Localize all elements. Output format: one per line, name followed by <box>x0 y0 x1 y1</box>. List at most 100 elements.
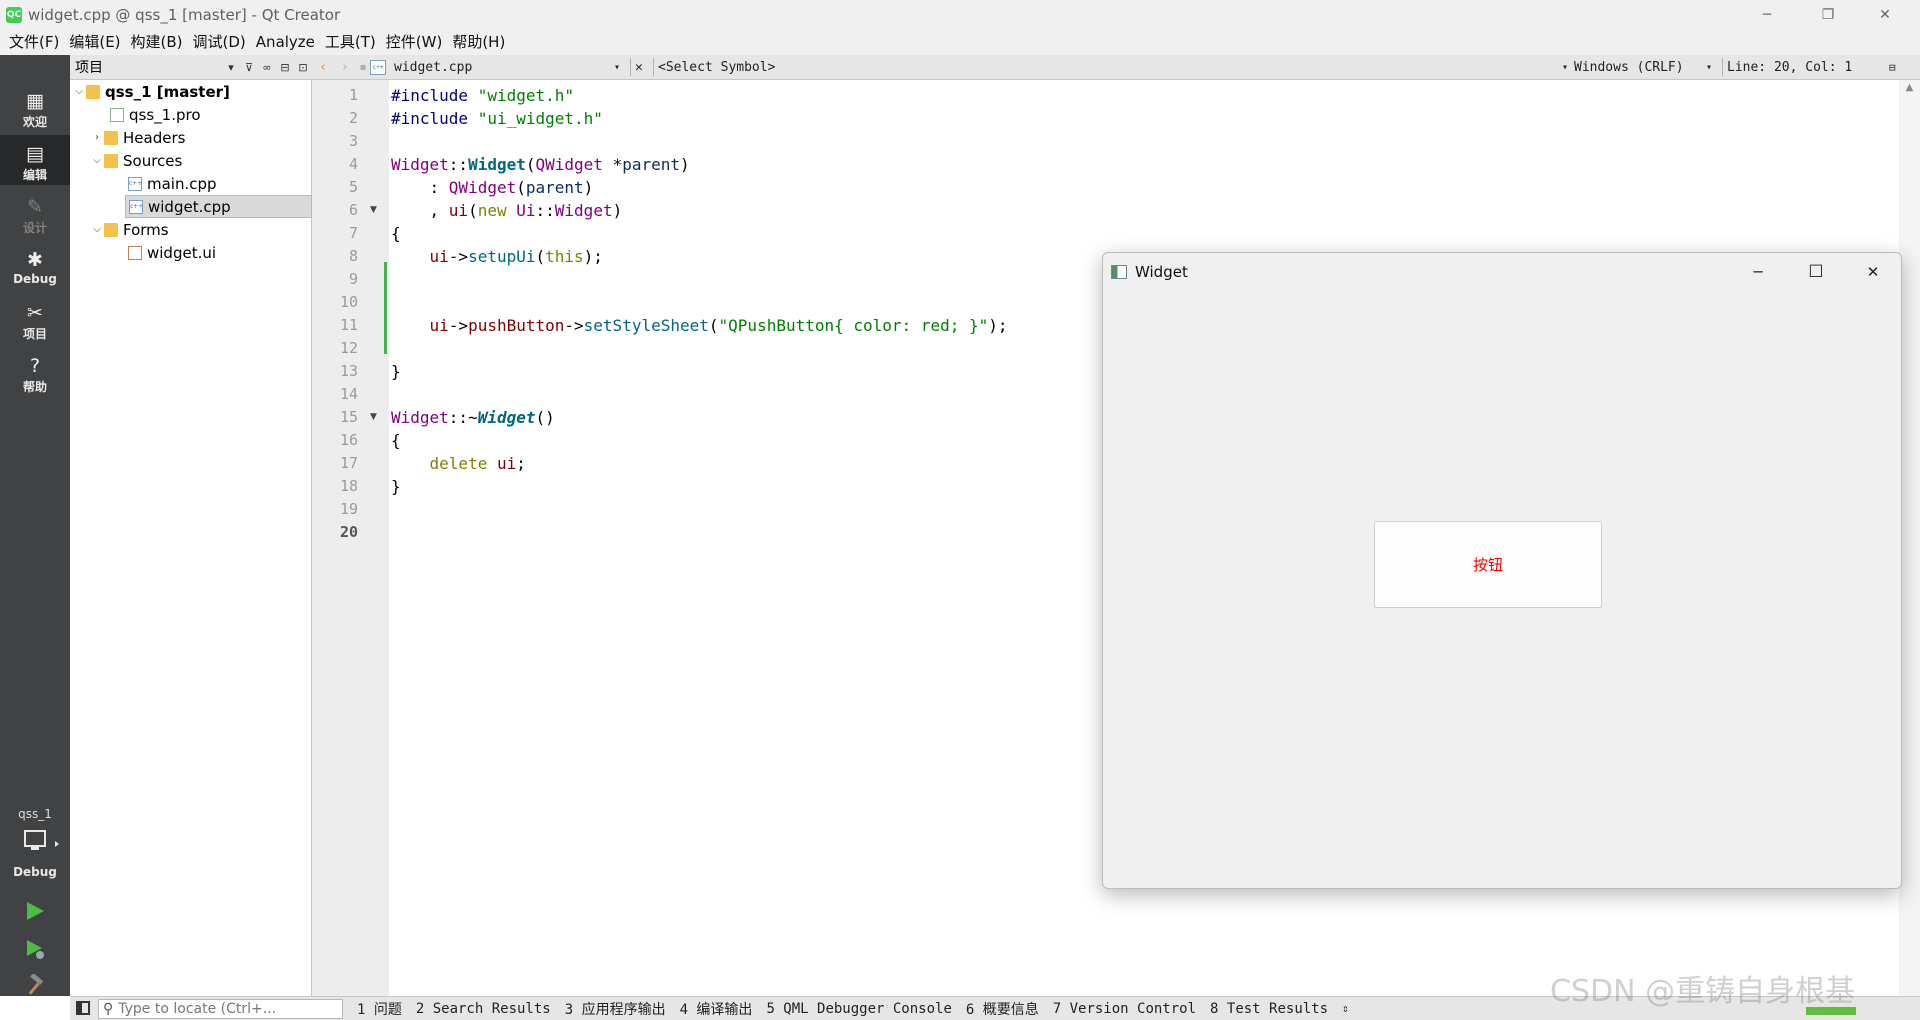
cursor-position[interactable]: Line: 20, Col: 1 <box>1727 60 1889 75</box>
chevron-down-icon[interactable]: ⌵ <box>90 224 104 235</box>
filter-icon[interactable]: ⊽ <box>240 61 258 74</box>
project-folder-icon <box>86 84 100 99</box>
pane-issues[interactable]: 1 问题 <box>357 999 402 1019</box>
build-button[interactable] <box>20 970 50 1000</box>
line-number: 10 <box>339 293 358 311</box>
pane-search-results[interactable]: 2 Search Results <box>416 1001 551 1017</box>
push-button[interactable]: 按钮 <box>1374 521 1602 608</box>
editor-toolbar: ‹ › ▪ c++ widget.cpp ▾ ✕ <Select Symbol>… <box>312 55 1920 80</box>
fold-marker-icon[interactable]: ▼ <box>370 406 377 429</box>
dropdown-arrow-icon[interactable]: ▾ <box>1562 62 1574 73</box>
chevron-down-icon[interactable]: ⌵ <box>72 86 86 97</box>
code-line: Widget::~Widget() <box>391 408 555 427</box>
tree-item-label: Headers <box>123 128 186 147</box>
mode-debug[interactable]: ✱ Debug <box>0 241 70 291</box>
menu-build[interactable]: 构建(B) <box>126 29 188 55</box>
code-line: ui->pushButton->setStyleSheet("QPushButt… <box>429 316 1008 335</box>
pane-compile-output[interactable]: 4 编译输出 <box>680 999 753 1019</box>
open-document-selector[interactable]: widget.cpp <box>394 60 614 75</box>
fold-marker-icon[interactable]: ▼ <box>370 199 377 222</box>
mode-help[interactable]: ? 帮助 <box>0 347 70 397</box>
back-arrow-icon[interactable]: ‹ <box>312 60 334 75</box>
dropdown-arrow-icon[interactable]: ▾ <box>614 62 626 73</box>
qt-creator-logo-icon: QC <box>6 6 22 23</box>
code-line: } <box>391 477 401 496</box>
menu-widget[interactable]: 控件(W) <box>381 29 448 55</box>
close-pane-icon[interactable]: ⊡ <box>294 61 312 74</box>
mode-welcome[interactable]: ▦ 欢迎 <box>0 82 70 132</box>
chevron-right-icon[interactable]: › <box>90 132 104 143</box>
mode-projects[interactable]: ✂ 项目 <box>0 294 70 344</box>
tree-item-forms[interactable]: ⌵ Forms <box>70 218 312 241</box>
code-line: } <box>391 362 401 381</box>
pane-qml-debugger-console[interactable]: 5 QML Debugger Console <box>766 1001 951 1017</box>
split-editor-icon[interactable]: ⊟ <box>1889 61 1903 74</box>
split-icon[interactable]: ⊟ <box>276 61 294 74</box>
tree-item-headers[interactable]: › Headers <box>70 126 312 149</box>
menu-bar: 文件(F) 编辑(E) 构建(B) 调试(D) Analyze 工具(T) 控件… <box>0 29 1920 55</box>
restore-button[interactable]: ❐ <box>1805 0 1851 29</box>
menu-debug[interactable]: 调试(D) <box>188 29 251 55</box>
menu-edit[interactable]: 编辑(E) <box>64 29 125 55</box>
close-button[interactable]: ✕ <box>1862 0 1908 29</box>
locator-placeholder: Type to locate (Ctrl+... <box>118 1000 277 1017</box>
locator-input[interactable]: ⚲ Type to locate (Ctrl+... <box>98 998 343 1019</box>
menu-file[interactable]: 文件(F) <box>4 29 64 55</box>
watermark: CSDN @重铸自身根基 <box>1550 974 1856 1009</box>
line-number: 7 <box>348 224 358 242</box>
dropdown-arrow-icon[interactable]: ▾ <box>1706 62 1718 73</box>
tree-item-label: main.cpp <box>147 174 217 193</box>
line-number: 19 <box>339 500 358 518</box>
link-icon[interactable]: ∞ <box>258 61 276 74</box>
mode-design[interactable]: ✎ 设计 <box>0 188 70 238</box>
code-line: #include "widget.h" <box>391 86 575 105</box>
mode-edit[interactable]: ▤ 编辑 <box>0 135 70 185</box>
line-number: 14 <box>339 385 358 403</box>
more-panes-icon[interactable]: ⇕ <box>1342 1002 1349 1015</box>
pane-application-output[interactable]: 3 应用程序输出 <box>565 999 666 1019</box>
kit-selector[interactable]: Debug <box>0 827 70 885</box>
code-line: { <box>391 224 401 243</box>
line-number: 8 <box>348 247 358 265</box>
tree-item-widget-cpp[interactable]: c++ widget.cpp <box>125 195 312 218</box>
tree-item-widget-ui[interactable]: widget.ui <box>70 241 312 264</box>
debug-run-button[interactable] <box>20 934 50 964</box>
qt-creator-window: QC widget.cpp @ qss_1 [master] - Qt Crea… <box>0 0 1920 1020</box>
mode-selector: ▦ 欢迎 ▤ 编辑 ✎ 设计 ✱ Debug ✂ 项目 ? 帮助 qss_1 D… <box>0 55 70 996</box>
run-button[interactable] <box>20 896 50 926</box>
lock-icon: ▪ <box>359 61 367 73</box>
pane-version-control[interactable]: 7 Version Control <box>1053 1001 1196 1017</box>
document-icon: ▤ <box>26 143 44 165</box>
widget-close-button[interactable]: ✕ <box>1844 253 1902 290</box>
project-view-selector[interactable]: 项目 <box>75 57 222 77</box>
line-number: 16 <box>339 431 358 449</box>
widget-maximize-button[interactable]: ☐ <box>1787 253 1845 290</box>
menu-analyze[interactable]: Analyze <box>251 29 320 55</box>
tree-item-main-cpp[interactable]: c++ main.cpp <box>70 172 312 195</box>
dropdown-arrow-icon[interactable]: ▾ <box>222 61 240 74</box>
folder-icon <box>104 153 118 168</box>
line-number: 13 <box>339 362 358 380</box>
vertical-scrollbar[interactable]: ▲ <box>1899 80 1920 996</box>
close-document-icon[interactable]: ✕ <box>635 60 649 75</box>
line-number: 4 <box>348 155 358 173</box>
line-endings-selector[interactable]: Windows (CRLF) <box>1574 60 1706 75</box>
minimize-button[interactable]: ─ <box>1744 0 1790 29</box>
toggle-sidebar-icon[interactable] <box>76 1001 90 1015</box>
play-bug-icon <box>27 940 44 959</box>
forward-arrow-icon[interactable]: › <box>334 60 356 75</box>
bug-icon: ✱ <box>27 249 43 271</box>
scroll-up-arrow-icon[interactable]: ▲ <box>1899 82 1920 93</box>
code-line: , ui(new Ui::Widget) <box>391 201 623 220</box>
menu-help[interactable]: 帮助(H) <box>447 29 510 55</box>
tree-item-project[interactable]: ⌵ qss_1 [master] <box>70 80 312 103</box>
pane-general-messages[interactable]: 6 概要信息 <box>966 999 1039 1019</box>
widget-window-title: Widget <box>1135 262 1188 281</box>
tree-item-pro-file[interactable]: qss_1.pro <box>70 103 312 126</box>
chevron-down-icon[interactable]: ⌵ <box>90 155 104 166</box>
pane-test-results[interactable]: 8 Test Results <box>1210 1001 1328 1017</box>
tree-item-sources[interactable]: ⌵ Sources <box>70 149 312 172</box>
symbol-selector[interactable]: <Select Symbol> <box>658 60 1562 75</box>
menu-tools[interactable]: 工具(T) <box>320 29 381 55</box>
widget-minimize-button[interactable]: ─ <box>1729 253 1787 290</box>
